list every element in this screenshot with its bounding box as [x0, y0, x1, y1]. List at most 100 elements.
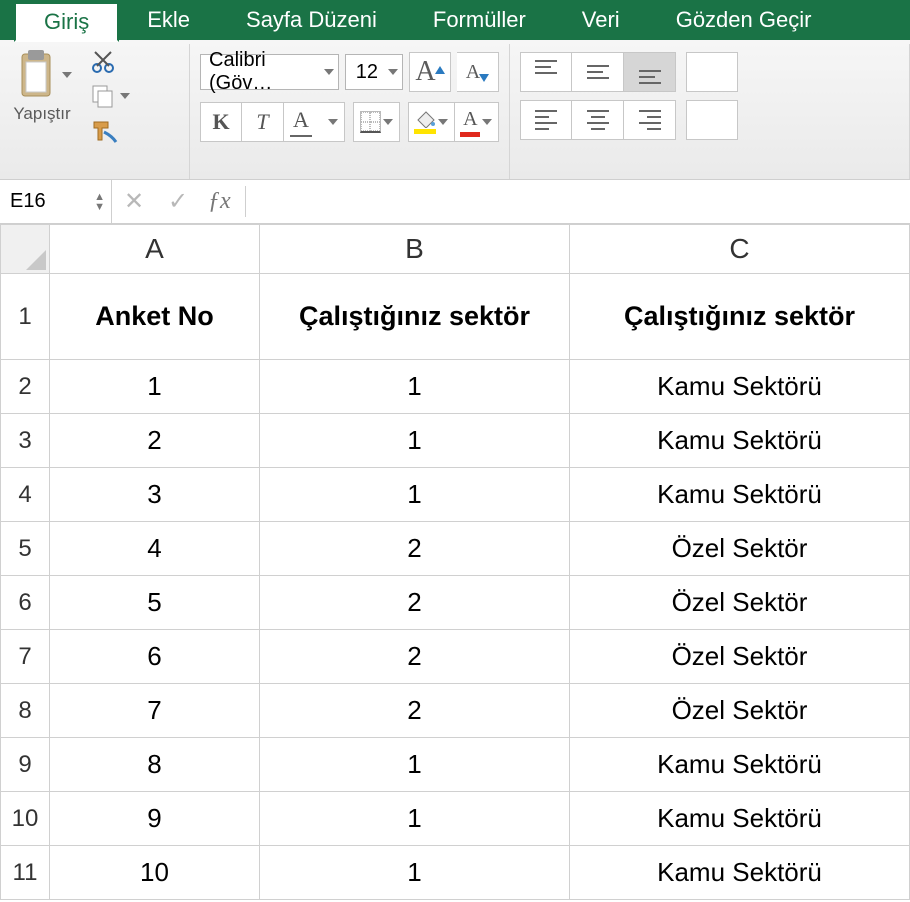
- cell[interactable]: 2: [260, 630, 570, 684]
- font-color-button[interactable]: A: [455, 102, 499, 142]
- cell[interactable]: 3: [50, 468, 260, 522]
- column-header-A[interactable]: A: [50, 224, 260, 274]
- cell[interactable]: 10: [50, 846, 260, 900]
- increase-font-button[interactable]: A: [409, 52, 451, 92]
- cell[interactable]: 1: [50, 360, 260, 414]
- column-header-B[interactable]: B: [260, 224, 570, 274]
- cell[interactable]: Kamu Sektörü: [570, 792, 910, 846]
- select-all-corner[interactable]: [0, 224, 50, 274]
- cell[interactable]: Çalıştığınız sektör: [260, 274, 570, 360]
- cancel-edit-button[interactable]: ✕: [112, 187, 156, 216]
- format-painter-button[interactable]: [90, 116, 130, 144]
- row-header[interactable]: 8: [0, 684, 50, 738]
- fill-color-button[interactable]: [408, 102, 455, 142]
- tab-review[interactable]: Gözden Geçir: [648, 0, 840, 40]
- cell[interactable]: 1: [260, 792, 570, 846]
- paste-label: Yapıştır: [13, 104, 70, 124]
- cell[interactable]: Kamu Sektörü: [570, 360, 910, 414]
- cell[interactable]: Kamu Sektörü: [570, 846, 910, 900]
- spinner-up-icon[interactable]: ▲: [94, 192, 105, 202]
- row-header[interactable]: 9: [0, 738, 50, 792]
- name-box-value: E16: [10, 190, 46, 213]
- cell[interactable]: 6: [50, 630, 260, 684]
- underline-button[interactable]: A: [284, 102, 345, 142]
- font-size-dropdown[interactable]: 12: [345, 54, 403, 90]
- cell[interactable]: Çalıştığınız sektör: [570, 274, 910, 360]
- row-header[interactable]: 6: [0, 576, 50, 630]
- cell[interactable]: 9: [50, 792, 260, 846]
- copy-button[interactable]: [90, 82, 130, 110]
- cell[interactable]: Özel Sektör: [570, 684, 910, 738]
- row-header[interactable]: 4: [0, 468, 50, 522]
- chevron-down-icon: [438, 119, 448, 125]
- cut-button[interactable]: [90, 48, 130, 76]
- confirm-edit-button[interactable]: ✓: [156, 187, 200, 216]
- cell[interactable]: 7: [50, 684, 260, 738]
- cell[interactable]: 2: [260, 576, 570, 630]
- row-header[interactable]: 5: [0, 522, 50, 576]
- align-top-button[interactable]: [520, 52, 572, 92]
- bold-button[interactable]: K: [200, 102, 242, 142]
- cell[interactable]: 1: [260, 846, 570, 900]
- cell[interactable]: 2: [50, 414, 260, 468]
- decrease-font-button[interactable]: A: [457, 52, 499, 92]
- chevron-down-icon: [388, 69, 398, 75]
- row-header[interactable]: 1: [0, 274, 50, 360]
- name-box[interactable]: E16 ▲▼: [0, 180, 112, 223]
- cell[interactable]: 4: [50, 522, 260, 576]
- orientation-button[interactable]: [686, 52, 738, 92]
- spreadsheet-grid[interactable]: A B C 1 Anket No Çalıştığınız sektör Çal…: [0, 224, 910, 900]
- group-font: Calibri (Göv… 12 A A K T A: [190, 44, 510, 179]
- cell[interactable]: Özel Sektör: [570, 522, 910, 576]
- formula-input[interactable]: [252, 180, 910, 223]
- tab-formulas[interactable]: Formüller: [405, 0, 554, 40]
- cell[interactable]: Özel Sektör: [570, 630, 910, 684]
- ribbon-tabs: Giriş Ekle Sayfa Düzeni Formüller Veri G…: [0, 0, 910, 40]
- cell[interactable]: Anket No: [50, 274, 260, 360]
- align-right-button[interactable]: [624, 100, 676, 140]
- row-header[interactable]: 2: [0, 360, 50, 414]
- cell[interactable]: 1: [260, 468, 570, 522]
- font-size-value: 12: [356, 61, 378, 84]
- fx-icon[interactable]: ƒx: [208, 188, 231, 215]
- font-name-value: Calibri (Göv…: [209, 49, 324, 95]
- paste-button[interactable]: Yapıştır: [12, 48, 72, 124]
- column-header-C[interactable]: C: [570, 224, 910, 274]
- align-bottom-button[interactable]: [624, 52, 676, 92]
- tab-insert[interactable]: Ekle: [119, 0, 218, 40]
- tab-home[interactable]: Giriş: [14, 2, 119, 42]
- cell[interactable]: Özel Sektör: [570, 576, 910, 630]
- ribbon: Yapıştır: [0, 40, 910, 180]
- align-middle-button[interactable]: [572, 52, 624, 92]
- chevron-down-icon: [328, 119, 338, 125]
- cell[interactable]: Kamu Sektörü: [570, 414, 910, 468]
- spinner-down-icon[interactable]: ▼: [94, 202, 105, 212]
- row-header[interactable]: 11: [0, 846, 50, 900]
- tab-page-layout[interactable]: Sayfa Düzeni: [218, 0, 405, 40]
- cell[interactable]: 1: [260, 738, 570, 792]
- chevron-down-icon: [383, 119, 393, 125]
- chevron-down-icon: [324, 69, 334, 75]
- tab-data[interactable]: Veri: [554, 0, 648, 40]
- triangle-down-icon: [479, 74, 489, 82]
- cell[interactable]: Kamu Sektörü: [570, 738, 910, 792]
- italic-button[interactable]: T: [242, 102, 284, 142]
- align-center-button[interactable]: [572, 100, 624, 140]
- cell[interactable]: 8: [50, 738, 260, 792]
- cell[interactable]: 2: [260, 684, 570, 738]
- align-left-button[interactable]: [520, 100, 572, 140]
- row-header[interactable]: 10: [0, 792, 50, 846]
- cell[interactable]: 5: [50, 576, 260, 630]
- cell[interactable]: 1: [260, 414, 570, 468]
- row-header[interactable]: 7: [0, 630, 50, 684]
- chevron-down-icon: [482, 119, 492, 125]
- cell[interactable]: 2: [260, 522, 570, 576]
- group-alignment: [510, 44, 910, 179]
- chevron-down-icon: [120, 93, 130, 99]
- borders-button[interactable]: [353, 102, 400, 142]
- font-name-dropdown[interactable]: Calibri (Göv…: [200, 54, 339, 90]
- cell[interactable]: 1: [260, 360, 570, 414]
- cell[interactable]: Kamu Sektörü: [570, 468, 910, 522]
- decrease-indent-button[interactable]: [686, 100, 738, 140]
- row-header[interactable]: 3: [0, 414, 50, 468]
